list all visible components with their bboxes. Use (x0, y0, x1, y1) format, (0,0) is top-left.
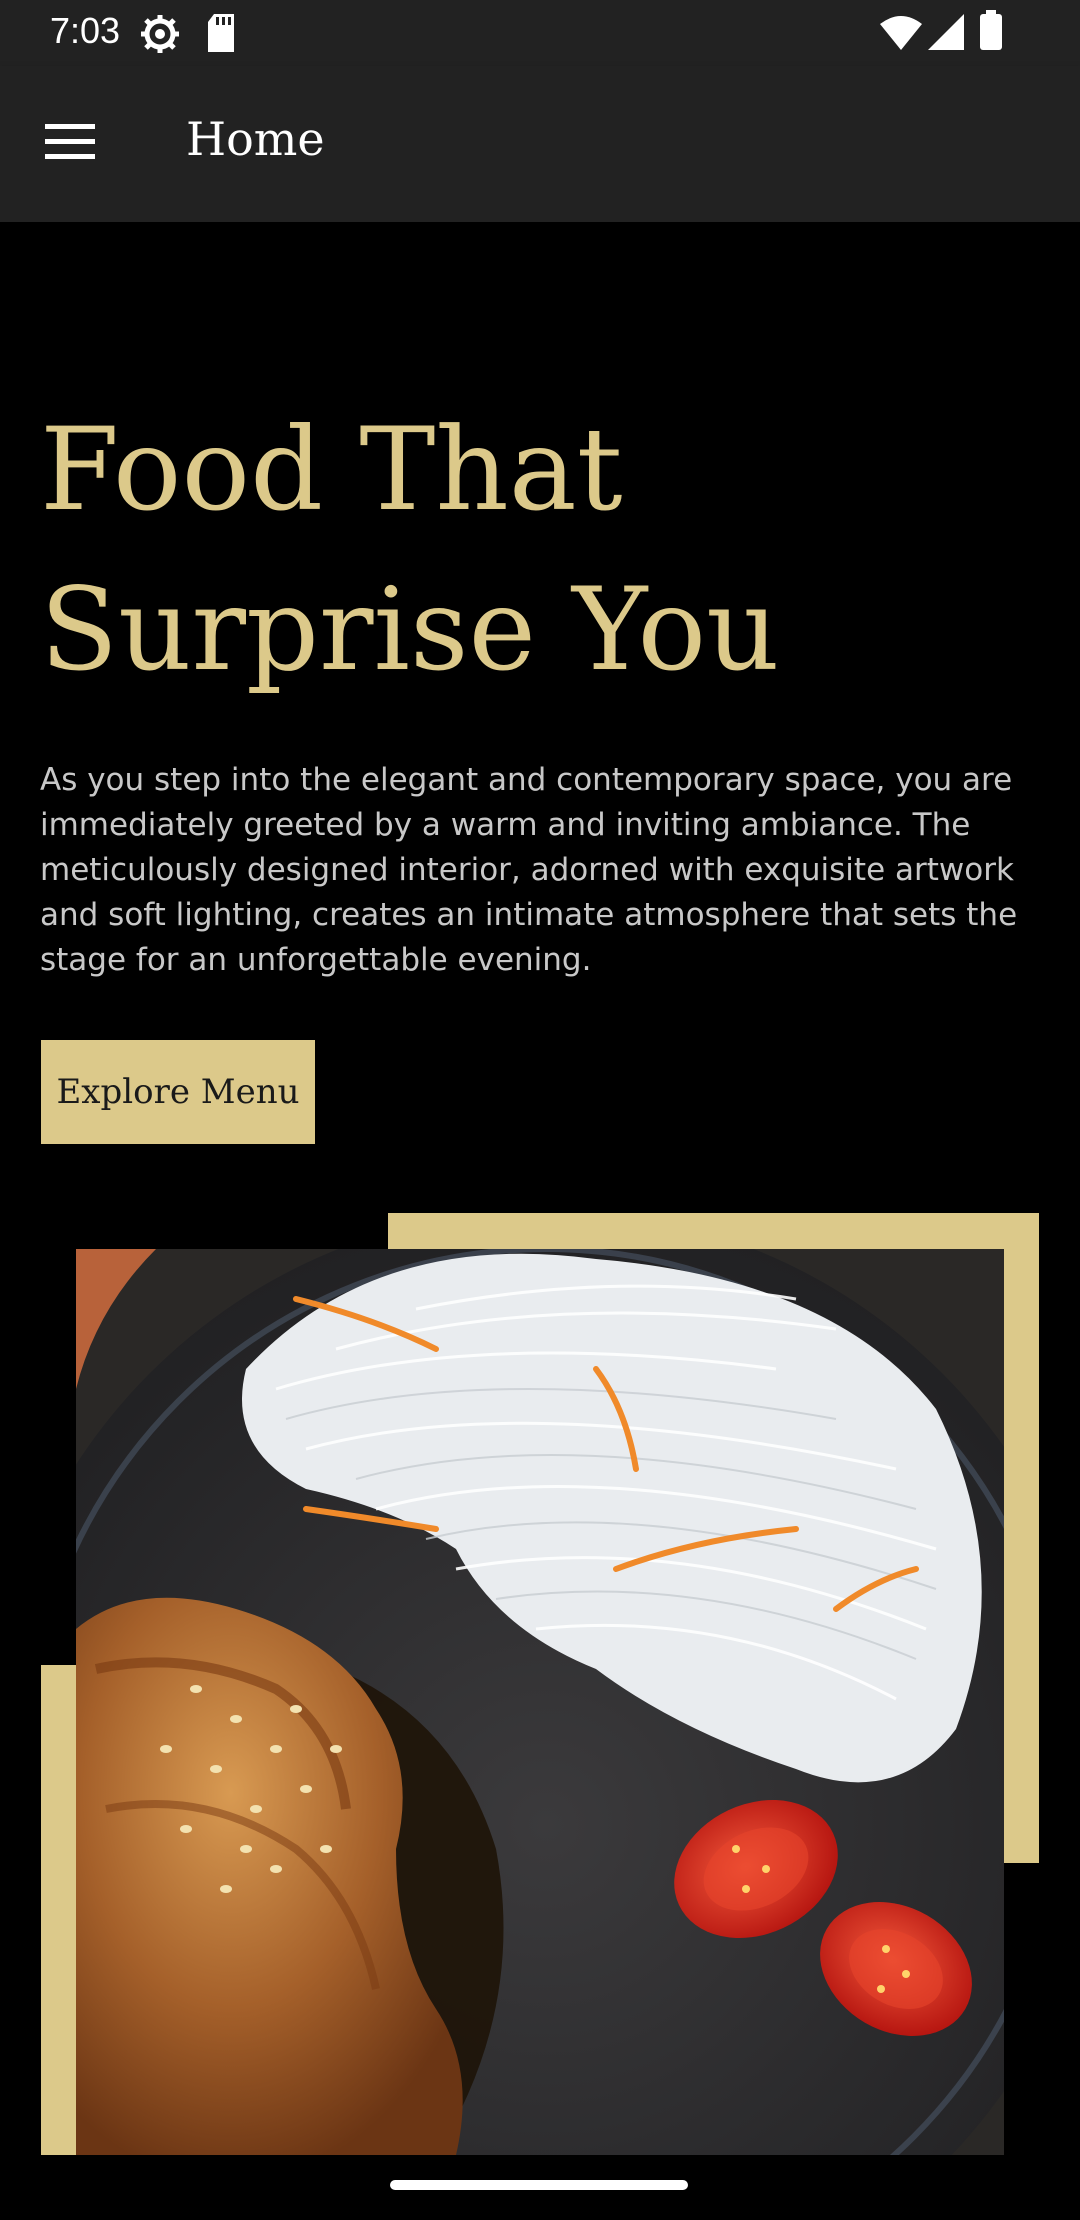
hero-description: As you step into the elegant and contemp… (40, 762, 1018, 978)
hamburger-menu-icon[interactable] (30, 102, 110, 182)
app-bar: Home (0, 66, 1080, 222)
hero-title: Food That Surprise You (40, 403, 780, 696)
status-time: 7:03 (50, 10, 121, 51)
wifi-icon (880, 16, 922, 54)
app-bar-title: Home (186, 112, 325, 166)
battery-icon (980, 10, 1002, 54)
settings-gear-icon (140, 14, 180, 58)
explore-menu-button[interactable]: Explore Menu (41, 1040, 315, 1144)
sd-card-icon (206, 14, 236, 56)
food-image (76, 1249, 1004, 2155)
status-bar: 7:03 (0, 0, 1080, 66)
home-indicator[interactable] (390, 2180, 688, 2190)
signal-icon (928, 14, 964, 54)
